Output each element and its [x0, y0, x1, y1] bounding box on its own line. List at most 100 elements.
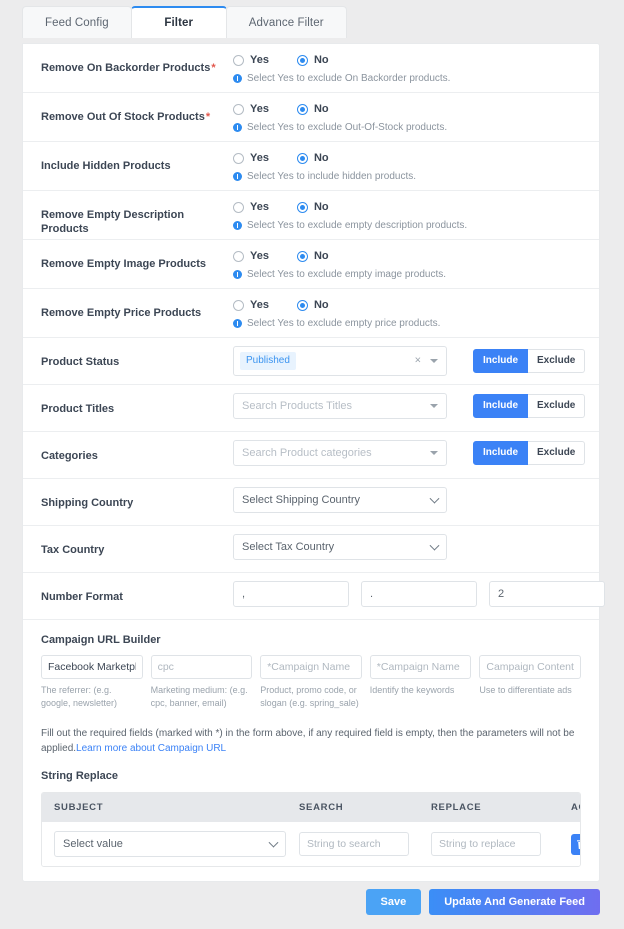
product-status-select[interactable]: Published × — [233, 346, 447, 376]
exclude-button[interactable]: Exclude — [528, 394, 586, 418]
field-label-text: Categories — [41, 450, 98, 462]
search-input[interactable]: Search Products Titles — [233, 393, 447, 419]
string-replace-table: SUBJECT SEARCH REPLACE ACTION Select val… — [41, 792, 581, 868]
select-value[interactable]: Select Shipping Country — [233, 487, 447, 513]
hint-text: Select Yes to exclude empty description … — [247, 220, 468, 231]
row-product-titles: Product Titles Search Products Titles In… — [23, 385, 599, 432]
column-header-search: SEARCH — [299, 802, 344, 814]
field-label: Shipping Country — [41, 479, 233, 510]
radio-no[interactable] — [296, 299, 308, 311]
radio-yes[interactable] — [233, 299, 244, 311]
radio-no-label[interactable]: No — [314, 201, 329, 213]
radio-no-label[interactable]: No — [314, 54, 329, 66]
radio-yes-label[interactable]: Yes — [250, 54, 269, 66]
field-description: Use to differentiate ads — [479, 685, 572, 695]
replace-string-input[interactable] — [431, 832, 541, 857]
info-icon — [233, 123, 242, 132]
clear-icon[interactable]: × — [415, 355, 421, 367]
search-input[interactable]: Search Product categories — [233, 440, 447, 466]
campaign-term-field: Identify the keywords — [369, 655, 472, 710]
row-remove-on-backorder-products: Remove On Backorder Products* Yes No Sel… — [23, 44, 599, 93]
thousand-separator-input[interactable] — [361, 581, 477, 607]
decimals-input[interactable] — [489, 581, 605, 607]
shipping-country-select[interactable]: Select Shipping Country — [233, 487, 447, 513]
campaign-medium-field: Marketing medium: (e.g. cpc, banner, ema… — [150, 655, 253, 710]
replace-cell — [431, 832, 571, 857]
radio-yes[interactable] — [233, 152, 244, 164]
row-remove-empty-description-products: Remove Empty Description Products Yes No… — [23, 191, 599, 240]
update-and-generate-feed-button[interactable]: Update And Generate Feed — [429, 889, 600, 915]
radio-no-label[interactable]: No — [314, 250, 329, 262]
field-hint: Select Yes to exclude empty image produc… — [233, 269, 581, 280]
campaign-source-input[interactable] — [41, 655, 143, 679]
subject-select[interactable]: Select value — [54, 831, 286, 858]
include-button[interactable]: Include — [473, 394, 529, 418]
table-header-row: SUBJECT SEARCH REPLACE ACTION — [42, 793, 580, 823]
hint-text: Select Yes to include hidden products. — [247, 171, 417, 182]
tax-country-select[interactable]: Select Tax Country — [233, 534, 447, 560]
field-hint: Select Yes to exclude On Backorder produ… — [233, 73, 581, 84]
learn-more-link[interactable]: Learn more about Campaign URL — [76, 743, 226, 754]
field-control: Select Shipping Country — [233, 479, 581, 521]
select-value[interactable]: Select value — [54, 831, 286, 858]
radio-yes-label[interactable]: Yes — [250, 201, 269, 213]
campaign-url-fields: The referrer: (e.g. google, newsletter) … — [41, 655, 581, 710]
campaign-medium-input[interactable] — [150, 655, 253, 679]
radio-group: Yes No — [233, 52, 581, 66]
radio-no-label[interactable]: No — [314, 103, 329, 115]
radio-yes[interactable] — [233, 201, 244, 213]
campaign-source-field: The referrer: (e.g. google, newsletter) — [41, 655, 143, 710]
select-value[interactable]: Select Tax Country — [233, 534, 447, 560]
field-label-text: Product Titles — [41, 403, 115, 415]
include-button[interactable]: Include — [473, 349, 529, 373]
search-string-input[interactable] — [299, 832, 409, 857]
radio-no[interactable] — [296, 54, 308, 66]
radio-no[interactable] — [296, 250, 308, 262]
field-description: Marketing medium: (e.g. cpc, banner, ema… — [150, 685, 248, 709]
field-control: Search Products Titles Include Exclude — [233, 385, 586, 427]
field-label: Include Hidden Products — [41, 142, 233, 173]
radio-yes[interactable] — [233, 250, 244, 262]
radio-yes[interactable] — [233, 54, 244, 66]
radio-yes-label[interactable]: Yes — [250, 103, 269, 115]
radio-no-label[interactable]: No — [314, 299, 329, 311]
delete-row-button[interactable] — [571, 833, 580, 855]
field-control: Yes No Select Yes to exclude empty price… — [233, 289, 581, 337]
campaign-term-input[interactable] — [369, 655, 472, 679]
column-header-replace: REPLACE — [431, 802, 482, 814]
save-button[interactable]: Save — [365, 889, 422, 915]
row-number-format: Number Format — [23, 573, 605, 620]
tab-feed-config[interactable]: Feed Config — [22, 6, 132, 38]
categories-select[interactable]: Search Product categories — [233, 440, 447, 466]
product-titles-select[interactable]: Search Products Titles — [233, 393, 447, 419]
campaign-name-input[interactable] — [260, 655, 362, 679]
radio-yes[interactable] — [233, 103, 244, 115]
radio-yes-label[interactable]: Yes — [250, 299, 269, 311]
selected-tag[interactable]: Published — [240, 352, 296, 370]
radio-no[interactable] — [296, 201, 308, 213]
radio-yes-label[interactable]: Yes — [250, 250, 269, 262]
string-replace-section: String Replace — [23, 756, 599, 782]
radio-no-label[interactable]: No — [314, 152, 329, 164]
decimal-separator-input[interactable] — [233, 581, 349, 607]
field-label: Number Format — [41, 573, 233, 604]
row-actions — [571, 833, 580, 855]
radio-no[interactable] — [296, 103, 308, 115]
tab-label: Filter — [164, 17, 194, 29]
exclude-button[interactable]: Exclude — [528, 349, 586, 373]
hint-text: Select Yes to exclude On Backorder produ… — [247, 73, 451, 84]
field-description: The referrer: (e.g. google, newsletter) — [41, 685, 118, 709]
row-remove-empty-price-products: Remove Empty Price Products Yes No Selec… — [23, 289, 599, 338]
field-control: Published × Include Exclude — [233, 338, 586, 384]
field-label-text: Remove Out Of Stock Products — [41, 111, 205, 123]
include-button[interactable]: Include — [473, 441, 529, 465]
exclude-button[interactable]: Exclude — [528, 441, 586, 465]
field-label: Categories — [41, 432, 233, 463]
campaign-content-input[interactable] — [479, 655, 581, 679]
tab-advance-filter[interactable]: Advance Filter — [225, 6, 347, 38]
field-hint: Select Yes to exclude empty price produc… — [233, 318, 581, 329]
field-label: Product Status — [41, 338, 233, 369]
tab-filter[interactable]: Filter — [130, 6, 227, 38]
radio-yes-label[interactable]: Yes — [250, 152, 269, 164]
radio-no[interactable] — [296, 152, 308, 164]
